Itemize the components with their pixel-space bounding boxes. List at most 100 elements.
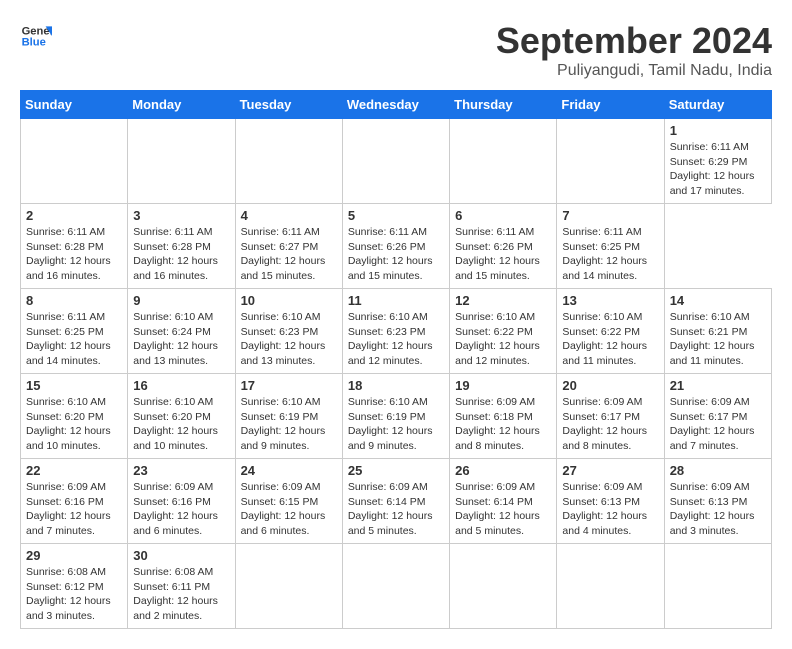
cell-daylight: Daylight: 12 hours and 3 minutes. <box>670 509 766 538</box>
cell-daylight: Daylight: 12 hours and 10 minutes. <box>133 424 229 453</box>
calendar-day-17: 17 Sunrise: 6:10 AM Sunset: 6:19 PM Dayl… <box>235 374 342 459</box>
cell-daylight: Daylight: 12 hours and 15 minutes. <box>348 254 444 283</box>
cell-sunset: Sunset: 6:14 PM <box>348 495 444 510</box>
cell-daylight: Daylight: 12 hours and 7 minutes. <box>26 509 122 538</box>
calendar-week-2: 2 Sunrise: 6:11 AM Sunset: 6:28 PM Dayli… <box>21 204 772 289</box>
cell-daylight: Daylight: 12 hours and 3 minutes. <box>26 594 122 623</box>
calendar-header-saturday: Saturday <box>664 91 771 119</box>
month-title: September 2024 <box>496 20 772 62</box>
cell-sunset: Sunset: 6:20 PM <box>133 410 229 425</box>
day-number: 13 <box>562 293 658 308</box>
day-number: 1 <box>670 123 766 138</box>
cell-sunset: Sunset: 6:16 PM <box>26 495 122 510</box>
cell-daylight: Daylight: 12 hours and 12 minutes. <box>455 339 551 368</box>
day-number: 28 <box>670 463 766 478</box>
cell-sunset: Sunset: 6:11 PM <box>133 580 229 595</box>
logo: General Blue <box>20 20 52 52</box>
calendar-week-5: 22 Sunrise: 6:09 AM Sunset: 6:16 PM Dayl… <box>21 459 772 544</box>
cell-daylight: Daylight: 12 hours and 11 minutes. <box>670 339 766 368</box>
cell-sunset: Sunset: 6:26 PM <box>348 240 444 255</box>
day-number: 25 <box>348 463 444 478</box>
cell-sunset: Sunset: 6:22 PM <box>455 325 551 340</box>
cell-sunrise: Sunrise: 6:10 AM <box>26 395 122 410</box>
cell-sunset: Sunset: 6:29 PM <box>670 155 766 170</box>
cell-sunrise: Sunrise: 6:09 AM <box>455 480 551 495</box>
cell-sunrise: Sunrise: 6:09 AM <box>562 395 658 410</box>
cell-daylight: Daylight: 12 hours and 5 minutes. <box>455 509 551 538</box>
day-number: 27 <box>562 463 658 478</box>
calendar-day-19: 19 Sunrise: 6:09 AM Sunset: 6:18 PM Dayl… <box>450 374 557 459</box>
calendar-day-16: 16 Sunrise: 6:10 AM Sunset: 6:20 PM Dayl… <box>128 374 235 459</box>
calendar-day-29: 29 Sunrise: 6:08 AM Sunset: 6:12 PM Dayl… <box>21 544 128 629</box>
calendar-day-25: 25 Sunrise: 6:09 AM Sunset: 6:14 PM Dayl… <box>342 459 449 544</box>
cell-daylight: Daylight: 12 hours and 7 minutes. <box>670 424 766 453</box>
calendar-day-23: 23 Sunrise: 6:09 AM Sunset: 6:16 PM Dayl… <box>128 459 235 544</box>
calendar-day-5: 5 Sunrise: 6:11 AM Sunset: 6:26 PM Dayli… <box>342 204 449 289</box>
day-number: 18 <box>348 378 444 393</box>
calendar-header-thursday: Thursday <box>450 91 557 119</box>
calendar-day-21: 21 Sunrise: 6:09 AM Sunset: 6:17 PM Dayl… <box>664 374 771 459</box>
cell-sunset: Sunset: 6:22 PM <box>562 325 658 340</box>
header: General Blue September 2024 Puliyangudi,… <box>20 20 772 80</box>
day-number: 19 <box>455 378 551 393</box>
cell-daylight: Daylight: 12 hours and 5 minutes. <box>348 509 444 538</box>
day-number: 21 <box>670 378 766 393</box>
calendar-header-tuesday: Tuesday <box>235 91 342 119</box>
cell-sunrise: Sunrise: 6:10 AM <box>562 310 658 325</box>
calendar-week-4: 15 Sunrise: 6:10 AM Sunset: 6:20 PM Dayl… <box>21 374 772 459</box>
day-number: 24 <box>241 463 337 478</box>
calendar-day-4: 4 Sunrise: 6:11 AM Sunset: 6:27 PM Dayli… <box>235 204 342 289</box>
cell-daylight: Daylight: 12 hours and 16 minutes. <box>26 254 122 283</box>
calendar-day-28: 28 Sunrise: 6:09 AM Sunset: 6:13 PM Dayl… <box>664 459 771 544</box>
day-number: 17 <box>241 378 337 393</box>
calendar-day-15: 15 Sunrise: 6:10 AM Sunset: 6:20 PM Dayl… <box>21 374 128 459</box>
calendar-day-12: 12 Sunrise: 6:10 AM Sunset: 6:22 PM Dayl… <box>450 289 557 374</box>
cell-sunset: Sunset: 6:19 PM <box>348 410 444 425</box>
cell-daylight: Daylight: 12 hours and 9 minutes. <box>348 424 444 453</box>
logo-icon: General Blue <box>20 20 52 52</box>
cell-sunset: Sunset: 6:28 PM <box>26 240 122 255</box>
empty-cell <box>235 544 342 629</box>
day-number: 14 <box>670 293 766 308</box>
cell-daylight: Daylight: 12 hours and 11 minutes. <box>562 339 658 368</box>
cell-daylight: Daylight: 12 hours and 10 minutes. <box>26 424 122 453</box>
cell-sunset: Sunset: 6:23 PM <box>348 325 444 340</box>
cell-sunrise: Sunrise: 6:11 AM <box>670 140 766 155</box>
cell-sunrise: Sunrise: 6:11 AM <box>455 225 551 240</box>
cell-sunset: Sunset: 6:17 PM <box>562 410 658 425</box>
calendar-day-18: 18 Sunrise: 6:10 AM Sunset: 6:19 PM Dayl… <box>342 374 449 459</box>
calendar-day-3: 3 Sunrise: 6:11 AM Sunset: 6:28 PM Dayli… <box>128 204 235 289</box>
cell-sunset: Sunset: 6:17 PM <box>670 410 766 425</box>
cell-sunrise: Sunrise: 6:09 AM <box>26 480 122 495</box>
cell-daylight: Daylight: 12 hours and 2 minutes. <box>133 594 229 623</box>
calendar-week-6: 29 Sunrise: 6:08 AM Sunset: 6:12 PM Dayl… <box>21 544 772 629</box>
cell-daylight: Daylight: 12 hours and 15 minutes. <box>241 254 337 283</box>
cell-daylight: Daylight: 12 hours and 6 minutes. <box>241 509 337 538</box>
empty-cell <box>128 119 235 204</box>
cell-sunrise: Sunrise: 6:10 AM <box>455 310 551 325</box>
calendar-day-6: 6 Sunrise: 6:11 AM Sunset: 6:26 PM Dayli… <box>450 204 557 289</box>
cell-daylight: Daylight: 12 hours and 14 minutes. <box>26 339 122 368</box>
empty-cell <box>664 544 771 629</box>
cell-sunrise: Sunrise: 6:11 AM <box>26 310 122 325</box>
cell-sunrise: Sunrise: 6:10 AM <box>133 310 229 325</box>
cell-daylight: Daylight: 12 hours and 15 minutes. <box>455 254 551 283</box>
cell-sunrise: Sunrise: 6:10 AM <box>241 310 337 325</box>
cell-sunset: Sunset: 6:12 PM <box>26 580 122 595</box>
day-number: 3 <box>133 208 229 223</box>
cell-sunrise: Sunrise: 6:09 AM <box>348 480 444 495</box>
cell-sunrise: Sunrise: 6:09 AM <box>670 480 766 495</box>
cell-daylight: Daylight: 12 hours and 13 minutes. <box>133 339 229 368</box>
empty-cell <box>450 119 557 204</box>
cell-sunset: Sunset: 6:15 PM <box>241 495 337 510</box>
empty-cell <box>342 119 449 204</box>
day-number: 11 <box>348 293 444 308</box>
day-number: 4 <box>241 208 337 223</box>
day-number: 2 <box>26 208 122 223</box>
day-number: 26 <box>455 463 551 478</box>
cell-sunrise: Sunrise: 6:11 AM <box>133 225 229 240</box>
day-number: 29 <box>26 548 122 563</box>
cell-sunrise: Sunrise: 6:08 AM <box>26 565 122 580</box>
calendar-day-20: 20 Sunrise: 6:09 AM Sunset: 6:17 PM Dayl… <box>557 374 664 459</box>
cell-daylight: Daylight: 12 hours and 9 minutes. <box>241 424 337 453</box>
